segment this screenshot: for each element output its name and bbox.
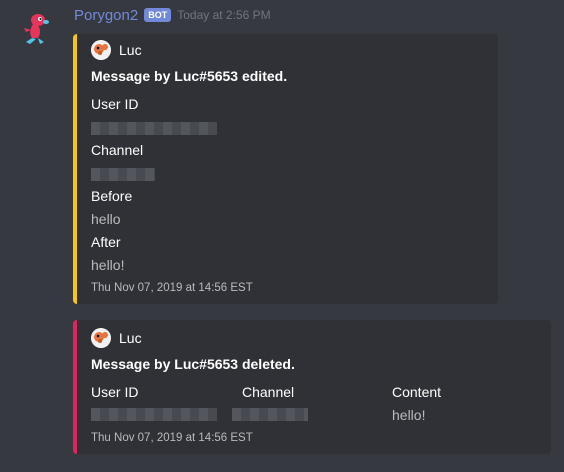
embed-title: Message by Luc#5653 deleted.: [91, 356, 295, 372]
embed-title: Message by Luc#5653 edited.: [91, 68, 288, 84]
embed-footer-timestamp: Thu Nov 07, 2019 at 14:56 EST: [91, 432, 253, 444]
field-name-channel: Channel: [91, 142, 144, 158]
field-name-channel: Channel: [242, 384, 295, 400]
redacted-user-id: [91, 122, 217, 135]
embed-footer-timestamp: Thu Nov 07, 2019 at 14:56 EST: [91, 282, 253, 294]
field-name-before: Before: [91, 188, 133, 204]
embed-message-edited: Luc Message by Luc#5653 edited. User ID …: [73, 34, 498, 304]
field-name-content: Content: [392, 384, 442, 400]
porygon2-avatar-icon[interactable]: [16, 8, 56, 48]
author-avatar-icon: [91, 328, 111, 348]
field-name-user-id: User ID: [91, 384, 139, 400]
field-name-after: After: [91, 234, 121, 250]
bot-badge: BOT: [144, 8, 172, 22]
message-timestamp: Today at 2:56 PM: [177, 8, 271, 22]
redacted-channel: [91, 168, 155, 181]
bot-username[interactable]: Porygon2: [74, 7, 138, 24]
field-name-user-id: User ID: [91, 96, 139, 112]
author-avatar-icon: [91, 40, 111, 60]
embed-author-name: Luc: [119, 42, 142, 58]
field-value-after: hello!: [91, 257, 125, 273]
message-header: Porygon2 BOT Today at 2:56 PM: [74, 5, 271, 25]
field-value-content: hello!: [392, 407, 426, 423]
embed-author-name: Luc: [119, 330, 142, 346]
redacted-user-id: [91, 408, 217, 421]
redacted-channel: [232, 408, 308, 421]
embed-author: Luc: [91, 40, 142, 60]
embed-author: Luc: [91, 328, 142, 348]
embed-message-deleted: Luc Message by Luc#5653 deleted. User ID…: [73, 320, 551, 454]
field-value-before: hello: [91, 211, 121, 227]
